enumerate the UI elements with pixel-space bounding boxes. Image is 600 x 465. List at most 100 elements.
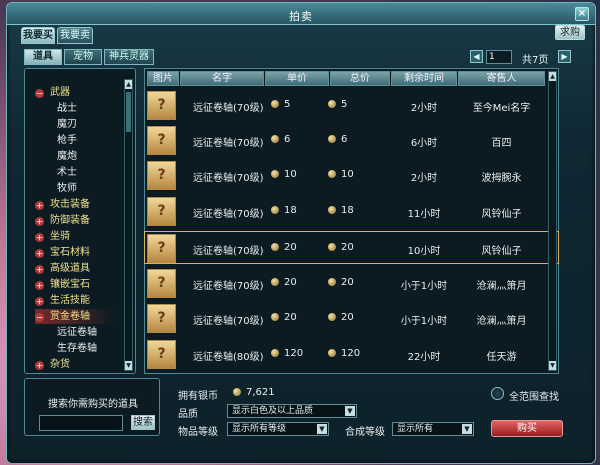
unit-price: 10 [284, 169, 297, 180]
item-level-value: 显示所有等级 [232, 424, 287, 434]
synth-level-dropdown[interactable]: 显示所有 ▼ [392, 422, 474, 436]
page-input[interactable]: 1 [486, 50, 512, 64]
category-demon-blade[interactable]: 魔刃 [57, 117, 77, 132]
chevron-down-icon[interactable]: ▼ [317, 424, 327, 434]
item-name: 远征卷轴(70级) [193, 103, 264, 114]
table-scrollbar[interactable]: ▲ ▼ [548, 71, 557, 371]
header-time-left[interactable]: 剩余时间 [391, 71, 457, 86]
expand-icon[interactable]: + [35, 297, 44, 306]
subtab-items[interactable]: 道具 [24, 49, 62, 65]
silver-amount-wrap: 7,621 [233, 387, 275, 398]
category-mounts[interactable]: + 坐骑 [35, 229, 70, 244]
item-level-label: 物品等级 [178, 427, 218, 438]
category-life-skills[interactable]: + 生活技能 [35, 293, 90, 308]
expand-icon[interactable]: + [35, 201, 44, 210]
table-row[interactable]: ? 远征卷轴(80级) 120 120 22小时 任天游 [145, 338, 558, 371]
scroll-up-icon[interactable]: ▲ [125, 80, 132, 89]
subtab-divine-weapons[interactable]: 神兵灵器 [104, 49, 154, 65]
header-total-price[interactable]: 总价 [330, 71, 390, 86]
seller: 波拇腕永 [481, 173, 522, 184]
table-row[interactable]: ? 远征卷轴(70级) 20 20 小于1小时 沧澜灬箫月 [145, 302, 558, 335]
synth-level-value: 显示所有 [397, 424, 434, 434]
search-input[interactable] [39, 415, 123, 431]
scroll-up-icon[interactable]: ▲ [549, 72, 556, 81]
item-name: 远征卷轴(70级) [193, 246, 264, 257]
total-price: 6 [341, 134, 348, 145]
request-buy-button[interactable]: 求购 [555, 25, 585, 40]
next-page-icon[interactable]: ▶ [558, 50, 571, 63]
category-scrollbar[interactable]: ▲ ▼ [124, 79, 133, 371]
category-gem-materials[interactable]: + 宝石材料 [35, 245, 90, 260]
time-left: 10小时 [407, 246, 441, 257]
tab-buy[interactable]: 我要买 [21, 27, 55, 44]
collapse-icon[interactable]: − [35, 89, 44, 98]
expand-icon[interactable]: + [35, 217, 44, 226]
header-seller[interactable]: 寄售人 [458, 71, 545, 86]
scroll-item-icon: ? [147, 234, 176, 263]
fullrange-radio[interactable] [491, 387, 504, 400]
expand-icon[interactable]: + [35, 249, 44, 258]
scroll-down-icon[interactable]: ▼ [549, 361, 556, 370]
expand-icon[interactable]: + [35, 233, 44, 242]
category-bounty-scrolls[interactable]: − 赏金卷轴 [35, 309, 115, 324]
time-left: 2小时 [410, 103, 438, 114]
category-misc[interactable]: + 杂货 [35, 357, 70, 372]
table-row[interactable]: ? 远征卷轴(70级) 20 20 小于1小时 沧澜灬箫月 [145, 267, 558, 300]
total-price: 20 [341, 312, 354, 323]
quality-dropdown[interactable]: 显示白色及以上品质 ▼ [227, 404, 357, 418]
tab-sell[interactable]: 我要卖 [57, 27, 93, 44]
chevron-down-icon[interactable]: ▼ [345, 406, 355, 416]
expand-icon[interactable]: + [35, 281, 44, 290]
category-weapons[interactable]: − 武器 [35, 85, 70, 100]
scroll-thumb[interactable] [126, 92, 131, 132]
search-button[interactable]: 搜索 [131, 415, 155, 430]
header-unit-price[interactable]: 单价 [265, 71, 329, 86]
category-warrior[interactable]: 战士 [57, 101, 77, 116]
category-priest[interactable]: 牧师 [57, 181, 77, 196]
expand-icon[interactable]: + [35, 265, 44, 274]
subtab-pets[interactable]: 宠物 [64, 49, 102, 65]
unit-price: 120 [284, 348, 304, 359]
category-expedition-scroll[interactable]: 远征卷轴 [57, 325, 97, 340]
coin-icon [328, 349, 336, 357]
category-demon-cannon[interactable]: 魔炮 [57, 149, 77, 164]
chevron-down-icon[interactable]: ▼ [462, 424, 472, 434]
table-row[interactable]: ? 远征卷轴(70级) 18 18 11小时 风铃仙子 [145, 195, 558, 228]
total-price: 10 [341, 169, 354, 180]
category-defense-gear[interactable]: + 防御装备 [35, 213, 90, 228]
close-icon[interactable]: × [575, 7, 589, 21]
coin-icon [271, 313, 279, 321]
scroll-item-icon: ? [147, 197, 176, 226]
category-attack-gear[interactable]: + 攻击装备 [35, 197, 90, 212]
coin-icon [271, 243, 279, 251]
category-warlock[interactable]: 术士 [57, 165, 77, 180]
category-gunner[interactable]: 枪手 [57, 133, 77, 148]
category-survival-scroll[interactable]: 生存卷轴 [57, 341, 97, 356]
table-row[interactable]: ? 远征卷轴(70级) 6 6 6小时 百四 [145, 124, 558, 157]
total-price: 18 [341, 205, 354, 216]
unit-price: 20 [284, 312, 297, 323]
prev-page-icon[interactable]: ◀ [470, 50, 483, 63]
table-row-selected[interactable]: ? 远征卷轴(70级) 20 20 10小时 风铃仙子 [144, 231, 559, 264]
category-inlay-gems[interactable]: + 镶嵌宝石 [35, 277, 90, 292]
item-level-dropdown[interactable]: 显示所有等级 ▼ [227, 422, 329, 436]
scroll-item-icon: ? [147, 340, 176, 369]
coin-icon [271, 100, 279, 108]
scroll-item-icon: ? [147, 269, 176, 298]
collapse-icon[interactable]: − [35, 313, 44, 322]
category-label: 高级道具 [50, 263, 90, 274]
purchase-button[interactable]: 购买 [491, 420, 563, 437]
page-total: 共7页 [522, 55, 549, 66]
category-label: 镶嵌宝石 [50, 279, 90, 290]
category-advanced-items[interactable]: + 高级道具 [35, 261, 90, 276]
coin-icon [271, 170, 279, 178]
scroll-down-icon[interactable]: ▼ [125, 361, 132, 370]
item-name: 远征卷轴(70级) [193, 316, 264, 327]
time-left: 小于1小时 [400, 281, 448, 292]
header-name[interactable]: 名字 [180, 71, 264, 86]
coin-icon [271, 349, 279, 357]
table-row[interactable]: ? 远征卷轴(70级) 10 10 2小时 波拇腕永 [145, 159, 558, 192]
table-row[interactable]: ? 远征卷轴(70级) 5 5 2小时 至今Mei名字 [145, 89, 558, 122]
expand-icon[interactable]: + [35, 361, 44, 370]
coin-icon [328, 278, 336, 286]
